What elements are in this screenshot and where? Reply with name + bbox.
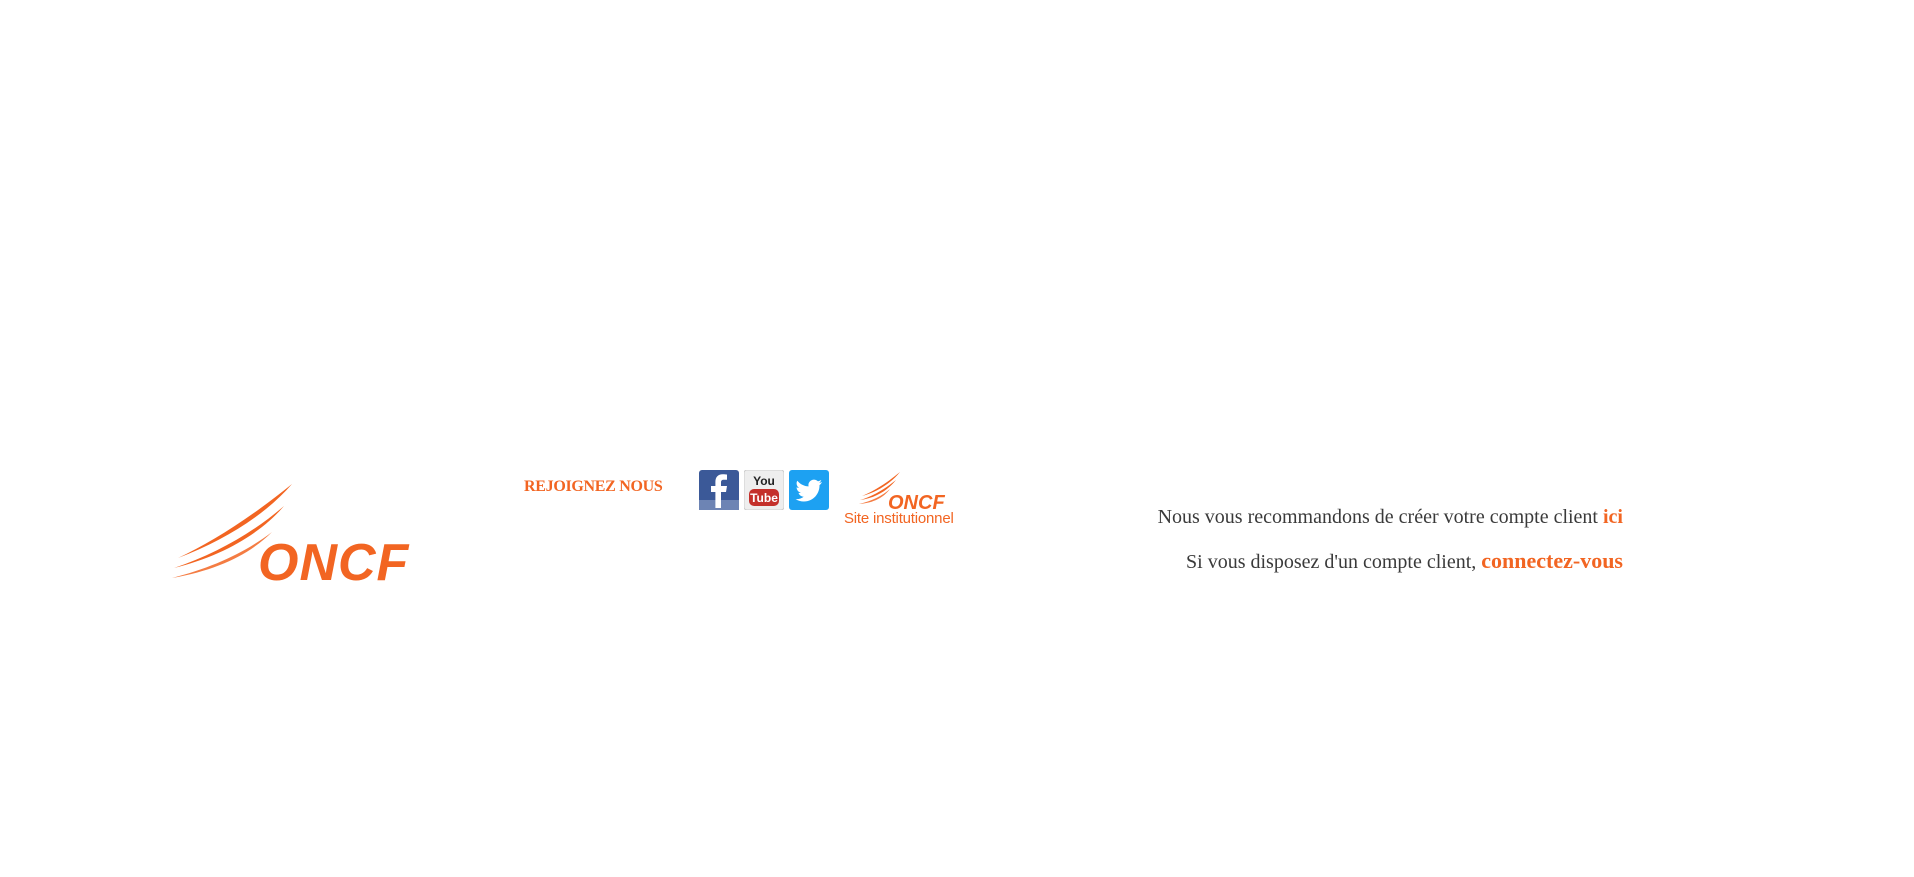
logo-text: ONCF bbox=[258, 534, 410, 585]
institutional-site-caption: Site institutionnel bbox=[844, 510, 954, 527]
page: ONCF REJOIGNEZ NOUS You Tube ONCF Site i… bbox=[0, 0, 1914, 877]
facebook-link[interactable] bbox=[699, 470, 739, 510]
youtube-icon: You Tube bbox=[744, 470, 784, 510]
small-logo-text: ONCF bbox=[888, 492, 945, 512]
login-line: Si vous disposez d'un compte client, con… bbox=[1186, 548, 1623, 574]
create-account-text: Nous vous recommandons de créer votre co… bbox=[1157, 506, 1603, 528]
oncf-logo-icon: ONCF bbox=[172, 484, 410, 585]
create-account-link[interactable]: ici bbox=[1603, 506, 1623, 528]
svg-text:Tube: Tube bbox=[750, 491, 778, 505]
login-link[interactable]: connectez-vous bbox=[1481, 548, 1623, 573]
institutional-site-link[interactable]: ONCF Site institutionnel bbox=[844, 470, 979, 532]
oncf-small-logo-icon: ONCF bbox=[859, 472, 945, 512]
twitter-link[interactable] bbox=[789, 470, 829, 510]
create-account-line: Nous vous recommandons de créer votre co… bbox=[1158, 506, 1623, 529]
youtube-link[interactable]: You Tube bbox=[744, 470, 784, 510]
oncf-logo-link[interactable]: ONCF bbox=[172, 480, 422, 585]
facebook-icon bbox=[699, 470, 739, 510]
login-text: Si vous disposez d'un compte client, bbox=[1186, 551, 1482, 573]
join-us-label: REJOIGNEZ NOUS bbox=[524, 478, 663, 495]
twitter-icon bbox=[789, 470, 829, 510]
svg-text:You: You bbox=[753, 474, 775, 488]
